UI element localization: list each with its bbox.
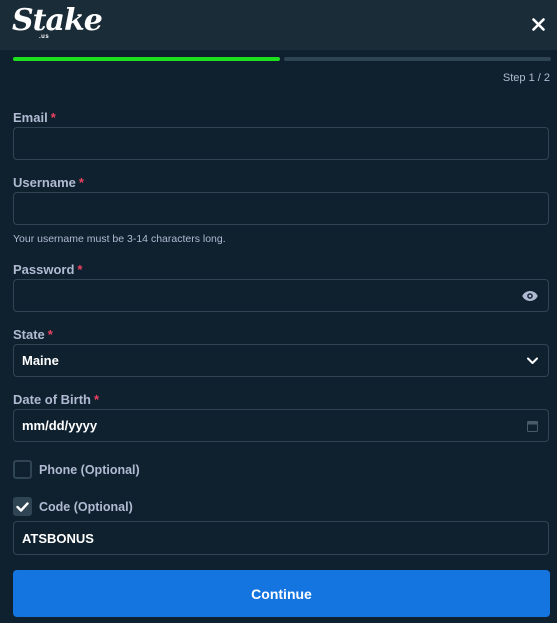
state-select[interactable]: Maine xyxy=(13,344,549,377)
email-label: Email * xyxy=(13,110,56,125)
required-marker: * xyxy=(94,392,100,407)
logo-text: Stake xyxy=(12,3,103,38)
check-icon xyxy=(16,501,29,512)
username-hint: Your username must be 3-14 characters lo… xyxy=(13,233,226,245)
email-field[interactable] xyxy=(13,127,549,160)
logo-sub: .us xyxy=(39,34,50,40)
required-marker: * xyxy=(77,262,83,277)
username-label: Username * xyxy=(13,175,84,190)
dob-label-text: Date of Birth xyxy=(13,392,91,407)
progress-bar-complete xyxy=(13,57,280,61)
eye-icon xyxy=(522,290,538,301)
show-password-button[interactable] xyxy=(522,290,538,301)
code-checkbox-label[interactable]: Code (Optional) xyxy=(39,500,133,514)
required-marker: * xyxy=(78,175,84,190)
step-indicator: Step 1 / 2 xyxy=(502,72,550,84)
username-input[interactable] xyxy=(22,200,540,217)
dob-label: Date of Birth * xyxy=(13,392,99,407)
progress-bar-remaining xyxy=(284,57,551,61)
password-field[interactable] xyxy=(13,279,549,312)
code-value: ATSBONUS xyxy=(22,530,94,546)
password-label: Password * xyxy=(13,262,82,277)
email-label-text: Email xyxy=(13,110,48,125)
required-marker: * xyxy=(50,110,56,125)
phone-checkbox-label[interactable]: Phone (Optional) xyxy=(39,463,140,477)
close-button[interactable] xyxy=(527,13,549,35)
state-selected-value: Maine xyxy=(22,353,59,368)
state-label: State * xyxy=(13,327,53,342)
modal-header: Stake .us xyxy=(0,0,557,50)
password-label-text: Password xyxy=(13,262,75,277)
continue-button[interactable]: Continue xyxy=(13,570,550,617)
password-input[interactable] xyxy=(22,287,540,304)
state-dropdown-toggle[interactable] xyxy=(527,357,538,364)
username-field[interactable] xyxy=(13,192,549,225)
code-field[interactable]: ATSBONUS xyxy=(13,521,549,555)
username-label-text: Username xyxy=(13,175,76,190)
email-input[interactable] xyxy=(22,135,540,152)
phone-checkbox[interactable] xyxy=(13,460,32,479)
chevron-down-icon xyxy=(527,357,538,364)
required-marker: * xyxy=(47,327,53,342)
close-icon xyxy=(531,17,545,31)
stake-logo: Stake .us xyxy=(12,4,103,41)
dob-value: mm/dd/yyyy xyxy=(22,418,98,433)
calendar-button[interactable] xyxy=(527,420,538,432)
code-checkbox[interactable] xyxy=(13,497,32,516)
state-label-text: State xyxy=(13,327,45,342)
dob-field[interactable]: mm/dd/yyyy xyxy=(13,409,549,442)
calendar-icon xyxy=(527,420,538,432)
